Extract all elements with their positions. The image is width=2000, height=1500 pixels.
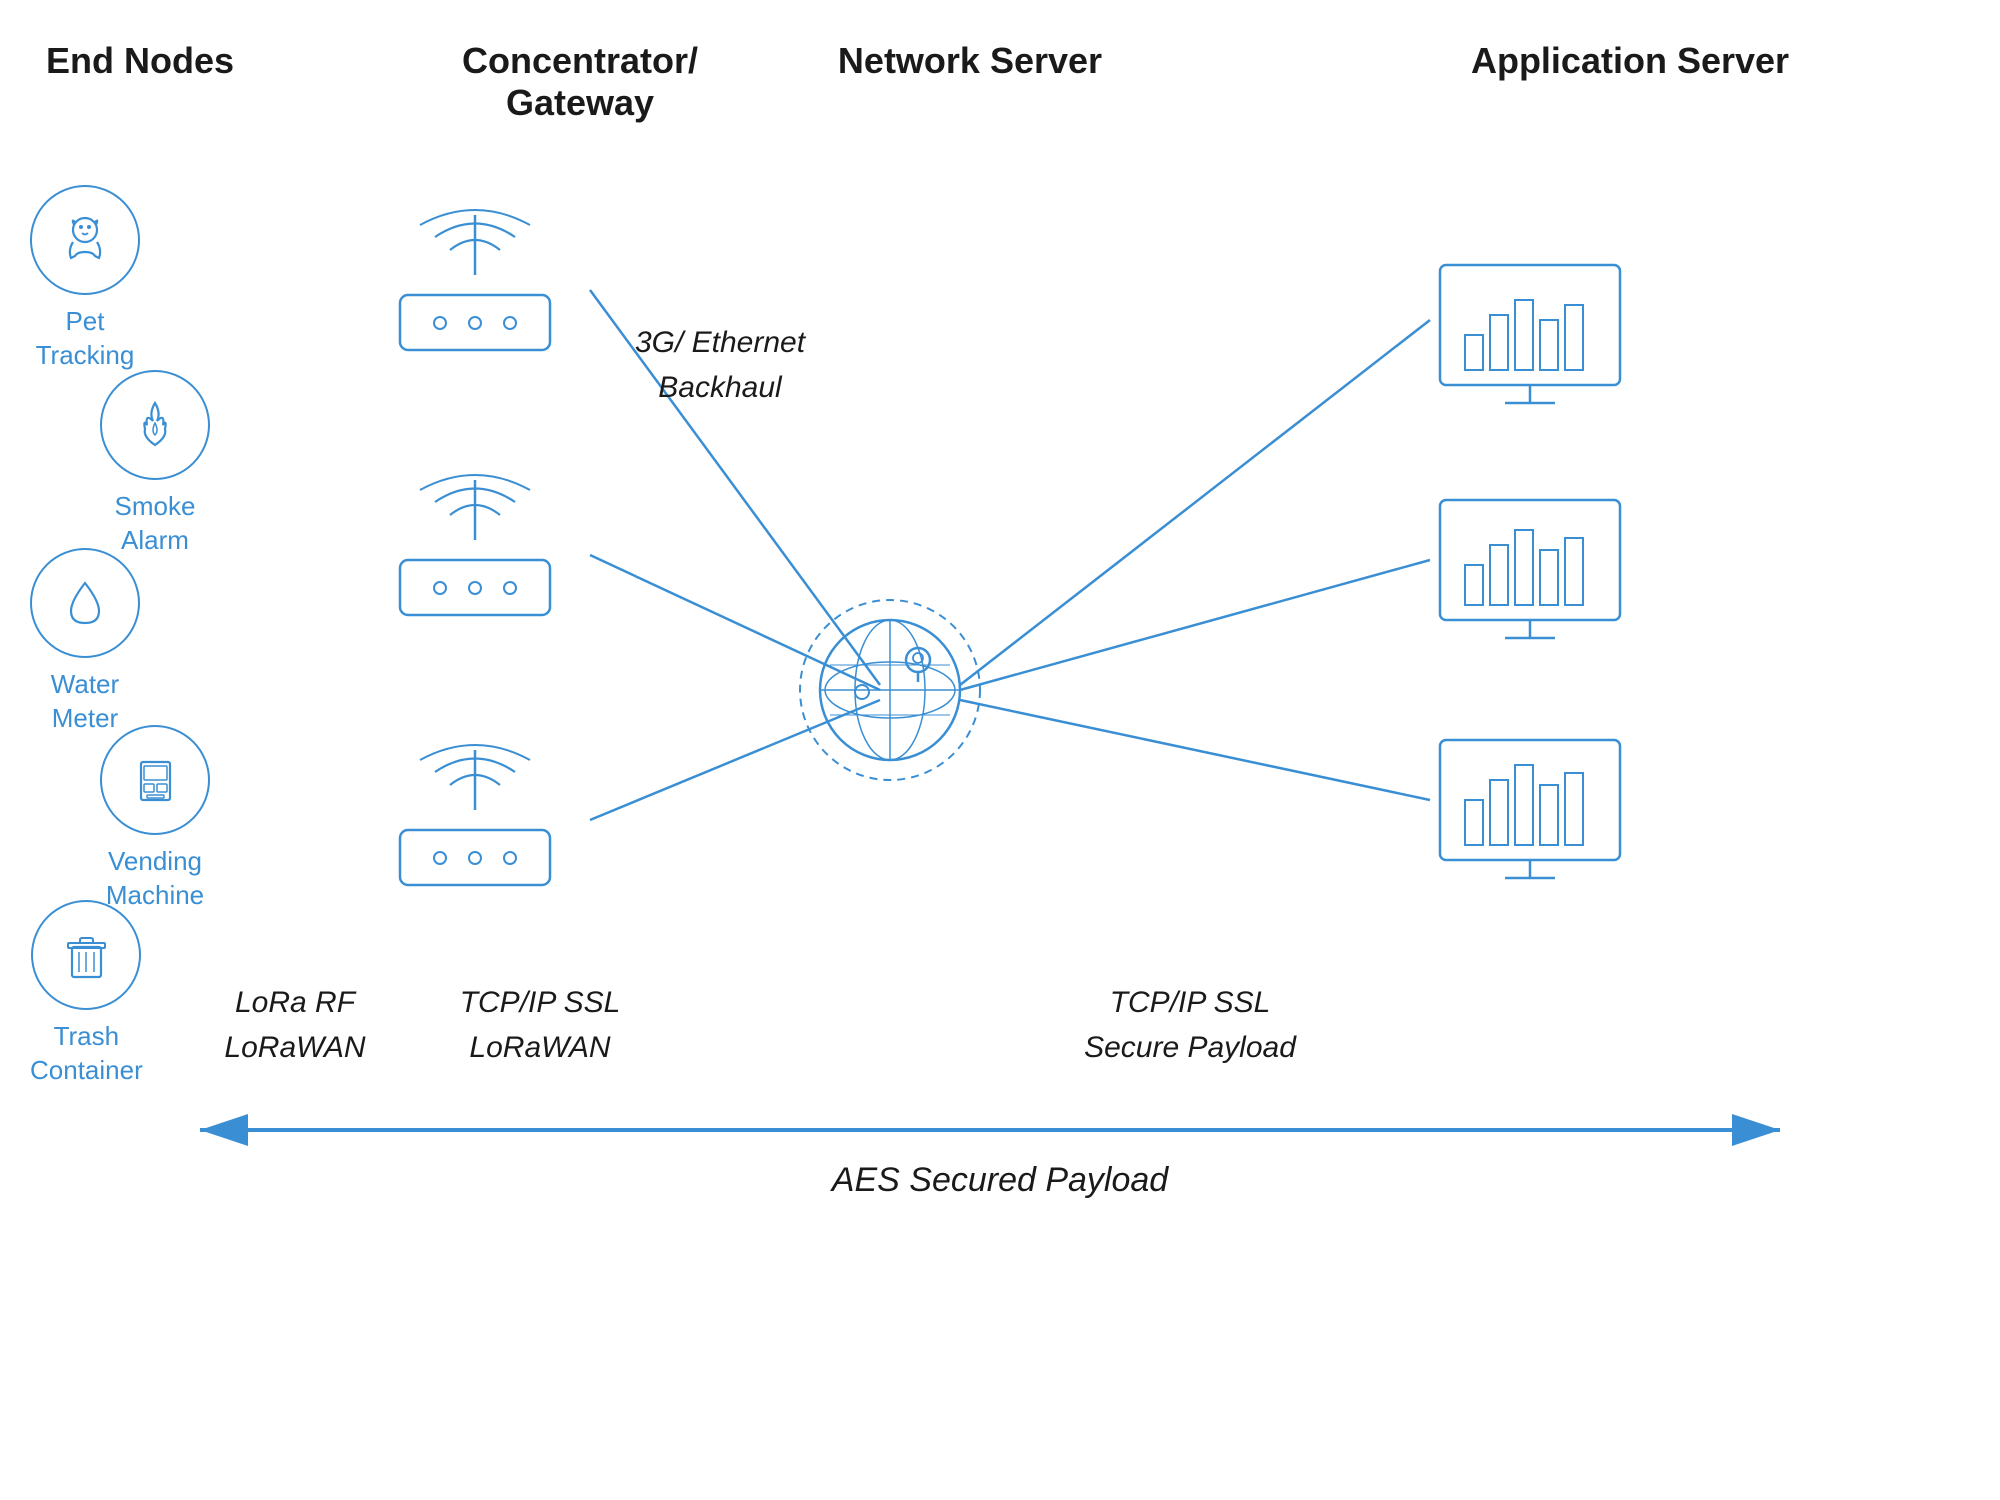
header-end-nodes: End Nodes [0,40,280,82]
water-meter-circle [30,548,140,658]
end-node-vending-machine: VendingMachine [100,725,210,913]
vending-icon [123,748,188,813]
backhaul-label: 3G/ Ethernet Backhaul [620,320,820,410]
aes-payload-label: AES Secured Payload [600,1155,1400,1206]
app-server-monitor-2 [1430,490,1630,655]
gateway-3 [370,730,580,910]
pet-tracking-circle [30,185,140,295]
diagram-container: End Nodes Concentrator/ Gateway Network … [0,0,2000,1500]
gateway-2 [370,460,580,640]
globe-container [770,560,1010,805]
header-app-server: Application Server [1350,40,1910,82]
router-icon-2 [370,460,580,635]
router-icon-3 [370,730,580,905]
globe-icon [770,560,1010,800]
end-node-water-meter: WaterMeter [30,548,140,736]
end-node-smoke-alarm: SmokeAlarm [100,370,210,558]
gateway-1 [370,195,580,375]
pet-tracking-label: Pet Tracking [36,305,135,373]
trash-container-label: TrashContainer [30,1020,143,1088]
vending-machine-circle [100,725,210,835]
tcpip-left-label: TCP/IP SSL LoRaWAN [430,980,650,1070]
trash-icon [54,923,119,988]
lora-rf-label: LoRa RF LoRaWAN [185,980,405,1070]
monitor-icon-1 [1430,255,1630,415]
header-gateway: Concentrator/ Gateway [420,40,740,124]
smoke-icon [123,393,188,458]
router-icon-1 [370,195,580,370]
end-node-pet-tracking: Pet Tracking [30,185,140,373]
header-network-server: Network Server [780,40,1160,82]
app-server-monitor-3 [1430,730,1630,895]
pet-icon [53,208,118,273]
monitor-icon-3 [1430,730,1630,890]
app-server-monitor-1 [1430,255,1630,420]
end-node-trash-container: TrashContainer [30,900,143,1088]
tcpip-right-label: TCP/IP SSL Secure Payload [1060,980,1320,1070]
monitor-icon-2 [1430,490,1630,650]
trash-container-circle [31,900,141,1010]
smoke-alarm-circle [100,370,210,480]
water-icon [53,571,118,636]
